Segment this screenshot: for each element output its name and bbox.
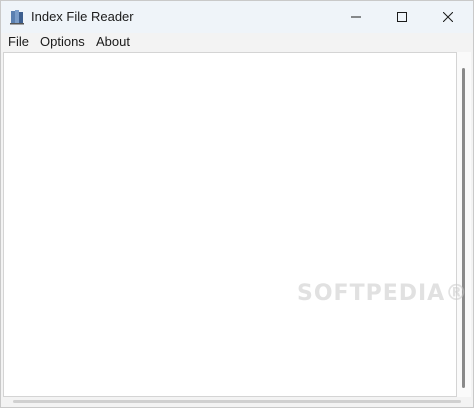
window-title: Index File Reader [31,9,134,24]
vertical-scrollbar[interactable] [457,52,471,397]
horizontal-scrollbar[interactable] [3,397,471,407]
book-app-icon [9,9,25,25]
close-icon [442,12,453,22]
horizontal-scroll-thumb[interactable] [13,400,461,403]
watermark-logo: SOFTPEDIA® [297,281,469,306]
title-bar[interactable]: Index File Reader [1,1,473,33]
maximize-button[interactable] [379,1,424,33]
menu-about[interactable]: About [96,34,130,50]
menu-options[interactable]: Options [40,34,85,50]
menu-file[interactable]: File [8,34,29,50]
minimize-icon [350,16,361,18]
app-window: Index File Reader File Options About SOF… [0,0,474,408]
maximize-icon [396,12,407,22]
text-content-area[interactable] [3,52,457,397]
vertical-scroll-thumb[interactable] [462,68,465,388]
menu-bar: File Options About [1,33,473,51]
minimize-button[interactable] [333,1,378,33]
close-button[interactable] [425,1,470,33]
